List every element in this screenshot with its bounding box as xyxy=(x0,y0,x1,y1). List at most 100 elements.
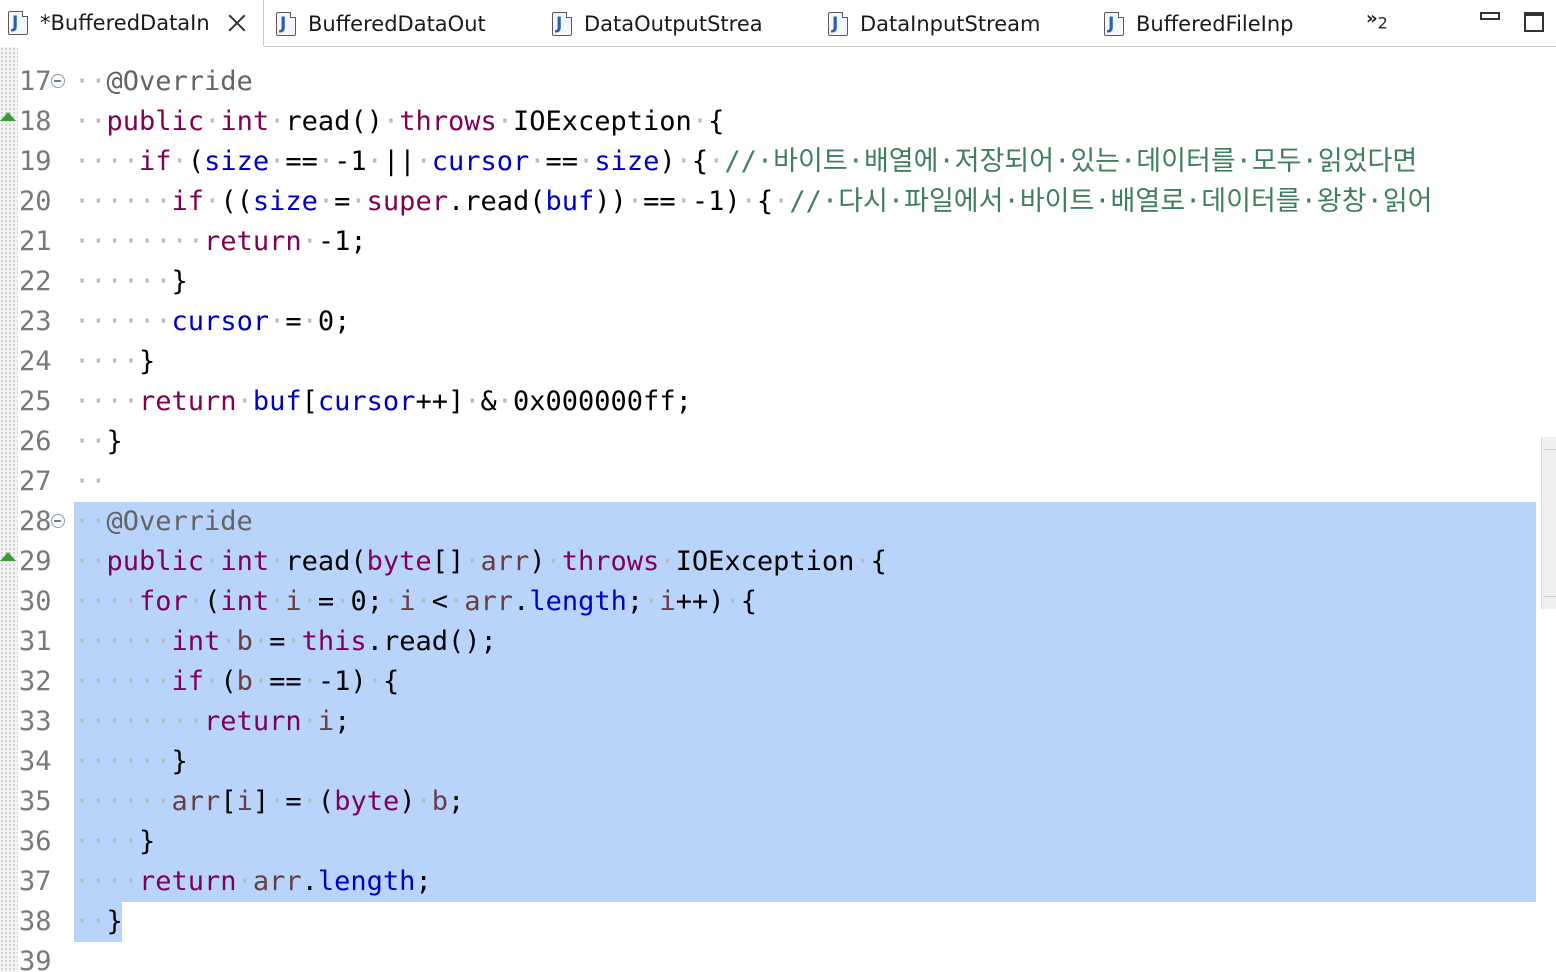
line-number: 17 xyxy=(19,66,52,97)
code-token: · xyxy=(643,586,660,617)
java-file-icon xyxy=(276,11,296,36)
code-token: == xyxy=(269,666,302,697)
code-token: ·· xyxy=(74,466,107,497)
code-token: ······ xyxy=(74,786,172,817)
minimize-icon[interactable] xyxy=(1480,12,1500,20)
code-token: · xyxy=(382,106,400,137)
close-icon[interactable] xyxy=(226,12,248,34)
code-line: 21 ········return·-1; xyxy=(0,222,1556,262)
code-token: · xyxy=(236,866,253,897)
code-token: · xyxy=(220,626,237,657)
code-token: · xyxy=(545,546,562,577)
tab-data-input-stream[interactable]: DataInputStream xyxy=(828,0,1090,47)
code-token: · xyxy=(366,666,383,697)
code-token: cursor xyxy=(171,306,270,337)
code-token: · xyxy=(269,306,286,337)
code-token: = xyxy=(285,306,302,337)
code-line: 34 ······} xyxy=(0,742,1556,782)
code-token: ···· xyxy=(74,146,140,177)
tab-buffered-file-input[interactable]: BufferedFileInp xyxy=(1104,0,1354,47)
code-token: · xyxy=(269,786,286,817)
code-token: · xyxy=(301,586,318,617)
code-token: size xyxy=(594,146,660,177)
code-token: = xyxy=(269,626,286,657)
code-line: 29 ··public·int·read(byte[]·arr)·throws·I… xyxy=(0,542,1556,582)
line-number: 20 xyxy=(19,186,52,217)
code-token: ) xyxy=(659,146,676,177)
code-text: ······} xyxy=(74,742,188,782)
fold-collapse-icon[interactable] xyxy=(51,74,65,88)
code-token: .read( xyxy=(447,186,546,217)
code-token: ; xyxy=(626,586,644,617)
line-number: 28 xyxy=(19,506,52,537)
editor-tab-bar: *BufferedDataIn BufferedDataOut DataOutp… xyxy=(0,0,1556,47)
code-token: super xyxy=(366,186,448,217)
code-token: throws xyxy=(561,546,660,577)
tab-data-output-stream[interactable]: DataOutputStrea xyxy=(552,0,814,47)
code-token: this xyxy=(301,626,367,657)
tab-overflow-button[interactable]: »2 xyxy=(1366,8,1388,33)
code-token: ) xyxy=(399,786,416,817)
code-token: read() xyxy=(285,106,383,137)
code-token: · xyxy=(171,146,188,177)
code-token: · xyxy=(773,186,790,217)
code-token: if xyxy=(139,146,172,177)
code-token: } xyxy=(171,746,188,777)
code-token: @Override xyxy=(106,506,253,537)
tab-buffered-data-in[interactable]: *BufferedDataIn xyxy=(0,0,264,47)
code-token: . xyxy=(301,866,318,897)
code-token: · xyxy=(675,186,692,217)
code-token: ···· xyxy=(74,346,140,377)
code-line: 18 ··public·int·read()·throws·IOException… xyxy=(0,102,1556,142)
overflow-count: 2 xyxy=(1377,13,1388,33)
code-token: · xyxy=(301,306,318,337)
code-token: for xyxy=(139,586,188,617)
code-token: == xyxy=(545,146,579,177)
maximize-icon[interactable] xyxy=(1524,12,1544,32)
code-text: ·· xyxy=(74,462,107,502)
code-token: //·바이트·배열에·저장되어·있는·데이터를·모두·읽었다면 xyxy=(724,146,1418,177)
tab-label: DataOutputStrea xyxy=(584,11,763,36)
code-token: · xyxy=(301,666,318,697)
code-token: b xyxy=(236,626,253,657)
code-token: == xyxy=(643,186,676,217)
code-token: · xyxy=(382,586,400,617)
code-token: arr xyxy=(252,866,302,897)
code-token: ( xyxy=(317,786,335,817)
code-token: -1) xyxy=(691,186,741,217)
code-token: · xyxy=(269,146,286,177)
code-line: 38 ··} xyxy=(0,902,1556,942)
code-line: 26 ··} xyxy=(0,422,1556,462)
line-number: 36 xyxy=(19,826,52,857)
code-editor[interactable]: 17 ··@Override 18 ··public·int·read()·throw… xyxy=(0,47,1556,972)
fold-collapse-icon[interactable] xyxy=(51,514,65,528)
chevron-double-right-icon: » xyxy=(1366,8,1378,29)
code-token: · xyxy=(675,146,692,177)
code-text: ··public·int·read(byte[]·arr)·throws·IOE… xyxy=(74,542,887,582)
code-token: { xyxy=(870,546,887,577)
line-number: 30 xyxy=(19,586,52,617)
code-token: ·· xyxy=(74,426,107,457)
code-text: ····for·(int·i·=·0;·i·<·arr.length;·i++)… xyxy=(74,582,757,622)
code-token: · xyxy=(464,546,481,577)
code-line: 35 ······arr[i]·=·(byte)·b; xyxy=(0,782,1556,822)
code-token: ········ xyxy=(74,226,205,257)
code-token: } xyxy=(139,346,156,377)
code-token: -1; xyxy=(317,226,367,257)
tab-buffered-data-out[interactable]: BufferedDataOut xyxy=(276,0,536,47)
code-token: · xyxy=(301,706,318,737)
code-token: return xyxy=(204,706,302,737)
code-token: ·· xyxy=(74,546,107,577)
line-number: 33 xyxy=(19,706,52,737)
code-text: ······if·((size·=·super.read(buf))·==·-1… xyxy=(74,182,1433,222)
line-number: 39 xyxy=(19,946,52,972)
code-line: 32 ······if·(b·==·-1)·{ xyxy=(0,662,1556,702)
code-line: 22 ······} xyxy=(0,262,1556,302)
code-token: ) xyxy=(529,546,546,577)
java-file-icon xyxy=(1104,11,1124,36)
code-token: i xyxy=(399,586,416,617)
code-token: size xyxy=(204,146,270,177)
code-token: · xyxy=(691,106,709,137)
line-number: 34 xyxy=(19,746,52,777)
code-token: · xyxy=(269,586,286,617)
